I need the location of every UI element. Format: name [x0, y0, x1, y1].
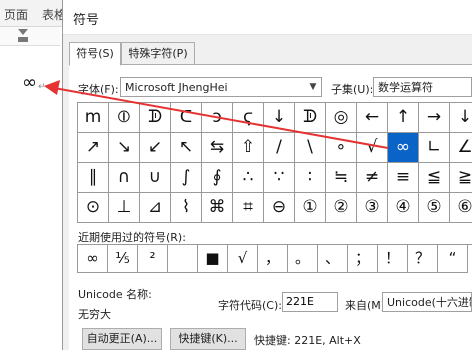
symbol-cell[interactable]: ⊿	[140, 193, 171, 223]
symbol-cell[interactable]: ↘	[109, 133, 140, 163]
from-select-value: Unicode(十六进制)	[387, 296, 471, 309]
symbol-cell[interactable]: ≧	[450, 163, 472, 193]
recent-symbol-cell[interactable]: ∞	[78, 245, 108, 273]
symbol-cell[interactable]: ≒	[326, 163, 357, 193]
symbol-cell[interactable]: m	[78, 103, 109, 133]
symbol-cell[interactable]: ↖	[171, 133, 202, 163]
dialog-title: 符号	[73, 13, 100, 28]
unicode-name-label: Unicode 名称:	[78, 288, 152, 301]
symbol-cell[interactable]: ∘	[326, 133, 357, 163]
symbol-cell[interactable]: ᗫ	[140, 103, 171, 133]
symbol-cell[interactable]: ↑	[388, 103, 419, 133]
symbol-cell[interactable]: ⇧	[233, 133, 264, 163]
symbol-cell[interactable]: ⌘	[202, 193, 233, 223]
font-select[interactable]: Microsoft JhengHei ▼	[120, 77, 322, 97]
recent-symbol-cell[interactable]: √	[228, 245, 258, 273]
recent-symbols-label: 近期使用过的符号(R):	[78, 231, 186, 244]
recent-symbol-cell[interactable]: ！	[378, 245, 408, 273]
symbol-cell[interactable]: ∮	[202, 163, 233, 193]
symbol-cell[interactable]: ↓	[450, 103, 472, 133]
symbol-cell[interactable]: ϛ	[233, 103, 264, 133]
subset-select[interactable]: 数学运算符	[373, 77, 472, 97]
symbol-cell[interactable]: ∟	[419, 133, 450, 163]
symbol-cell[interactable]: ⊙	[78, 193, 109, 223]
symbol-cell[interactable]: ↙	[140, 133, 171, 163]
autocorrect-button[interactable]: 自动更正(A)...	[82, 328, 162, 350]
symbol-cell[interactable]: ②	[326, 193, 357, 223]
font-label: 字体(F):	[78, 83, 119, 96]
dialog-titlebar[interactable]: 符号	[63, 0, 472, 35]
recent-symbol-cell[interactable]: ■	[198, 245, 228, 273]
symbol-cell[interactable]: ≡	[388, 163, 419, 193]
shortcut-key-button[interactable]: 快捷键(K)...	[170, 328, 246, 350]
symbol-cell[interactable]: ∵	[264, 163, 295, 193]
paragraph-mark: ↵	[38, 82, 46, 92]
symbol-cell[interactable]: /	[264, 133, 295, 163]
symbol-cell[interactable]: \	[295, 133, 326, 163]
symbol-cell[interactable]: ⑥	[450, 193, 472, 223]
from-select[interactable]: Unicode(十六进制)	[382, 292, 472, 312]
symbol-cell[interactable]: ◎	[326, 103, 357, 133]
font-select-value: Microsoft JhengHei	[125, 81, 228, 94]
recent-symbol-cell[interactable]: ⅕	[108, 245, 138, 273]
tab-symbols[interactable]: 符号(S)	[69, 42, 121, 66]
symbol-cell[interactable]: √	[357, 133, 388, 163]
recent-symbol-cell[interactable]: ；	[348, 245, 378, 273]
symbol-cell[interactable]: ᗫ	[295, 103, 326, 133]
symbol-cell[interactable]: ᑕ	[171, 103, 202, 133]
recent-symbol-cell[interactable]: ，	[258, 245, 288, 273]
recent-symbol-cell[interactable]	[168, 245, 198, 273]
symbol-cell[interactable]: ↄ	[202, 103, 233, 133]
chevron-down-icon[interactable]: ▼	[305, 78, 321, 96]
char-code-label: 字符代码(C):	[218, 299, 282, 312]
symbol-cell[interactable]: ⌗	[233, 193, 264, 223]
symbol-cell[interactable]: ∩	[109, 163, 140, 193]
recent-symbol-cell[interactable]: ？	[408, 245, 438, 273]
symbol-cell[interactable]: ⊖	[264, 193, 295, 223]
symbol-cell-selected-infinity[interactable]: ∞	[388, 133, 419, 163]
symbol-cell[interactable]: ↗	[78, 133, 109, 163]
symbol-cell[interactable]: ①	[295, 193, 326, 223]
recent-symbol-cell[interactable]: ²	[138, 245, 168, 273]
tab-page[interactable]: 页面	[4, 6, 28, 23]
symbol-cell[interactable]: ⦶	[109, 103, 140, 133]
symbol-cell[interactable]: ≦	[419, 163, 450, 193]
symbol-cell[interactable]: ∶	[295, 163, 326, 193]
indent-marker-icon[interactable]	[18, 29, 28, 43]
symbol-cell[interactable]: →	[419, 103, 450, 133]
symbol-cell[interactable]: ③	[357, 193, 388, 223]
symbol-cell[interactable]: ∴	[233, 163, 264, 193]
symbol-cell[interactable]: ④	[388, 193, 419, 223]
symbol-cell[interactable]: ⑤	[419, 193, 450, 223]
tab-special-characters[interactable]: 特殊字符(P)	[121, 42, 195, 66]
symbol-cell[interactable]: ⇆	[202, 133, 233, 163]
subset-label: 子集(U):	[331, 83, 374, 96]
symbol-cell[interactable]: ⊥	[109, 193, 140, 223]
symbol-cell[interactable]: ∫	[171, 163, 202, 193]
char-code-input[interactable]: 221E	[282, 292, 338, 312]
recent-symbol-cell[interactable]: 。	[288, 245, 318, 273]
symbol-cell[interactable]: ≠	[357, 163, 388, 193]
symbol-grid: m ⦶ ᗫ ᑕ ↄ ϛ ↓ ᗫ ◎ ← ↑ → ↓ ↗ ↘ ↙ ↖ ⇆ ⇧ / …	[77, 102, 472, 223]
symbol-cell[interactable]: ⌇	[171, 193, 202, 223]
document-infinity-symbol: ∞	[22, 72, 37, 93]
symbol-cell[interactable]: ←	[357, 103, 388, 133]
symbol-cell[interactable]: ∪	[140, 163, 171, 193]
symbol-cell[interactable]: ∠	[450, 133, 472, 163]
symbol-cell[interactable]: ∥	[78, 163, 109, 193]
unicode-name-value: 无穷大	[78, 308, 111, 321]
symbol-cell[interactable]: ↓	[264, 103, 295, 133]
ruler	[0, 27, 60, 46]
shortcut-key-text: 快捷键: 221E, Alt+X	[254, 334, 361, 347]
recent-symbols-row: ∞ ⅕ ² ■ √ ， 。 、 ； ！ ？ “	[77, 244, 472, 273]
recent-symbol-cell[interactable]: 、	[318, 245, 348, 273]
subset-select-value: 数学运算符	[378, 81, 433, 94]
recent-symbol-cell[interactable]: “	[438, 245, 468, 273]
